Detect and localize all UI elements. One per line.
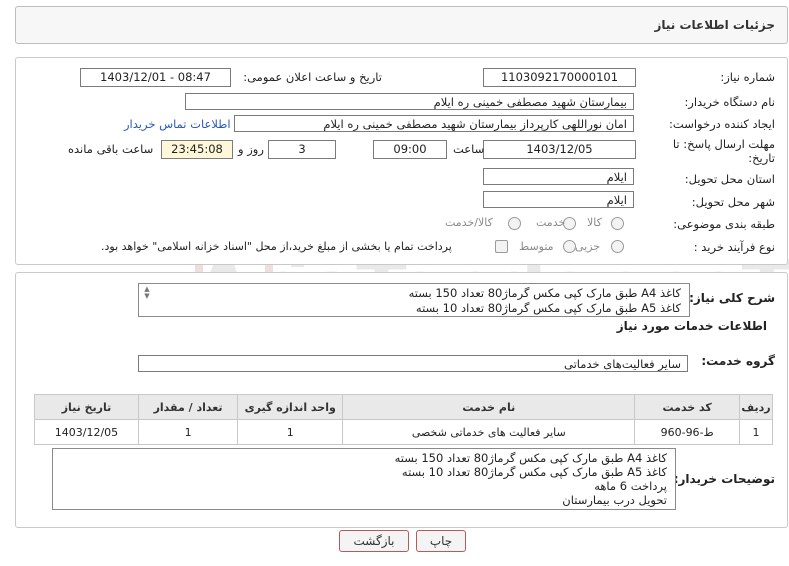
services-table: تاریخ نیاز تعداد / مقدار واحد اندازه گیر… (34, 394, 774, 445)
requester-label: ایجاد کننده درخواست: (669, 117, 775, 131)
notes-line-4: تحویل درب بیمارستان (562, 493, 667, 507)
cell-quantity: 1 (137, 419, 239, 445)
remaining-time-field: 23:45:08 (161, 140, 233, 159)
cell-service-name: سایر فعالیت های خدماتی شخصی (342, 419, 636, 445)
category-goods-radio[interactable] (611, 217, 624, 230)
remaining-days-field: 3 (268, 140, 336, 159)
back-button[interactable]: بازگشت (339, 530, 409, 552)
col-service-name: نام خدمت (342, 394, 636, 420)
province-label: استان محل تحویل: (684, 172, 775, 186)
notes-line-2: کاغذ A5 طبق مارک کپی مکس گرماژ80 تعداد 1… (401, 465, 667, 479)
col-row-number: ردیف (738, 394, 774, 420)
deadline-date-field: 1403/12/05 (483, 140, 636, 159)
buyer-contact-link[interactable]: اطلاعات تماس خریدار (124, 117, 231, 131)
services-section-title: اطلاعات خدمات مورد نیاز (616, 319, 767, 333)
need-number-label: شماره نیاز: (720, 70, 775, 84)
cell-need-date: 1403/12/05 (34, 419, 139, 445)
category-goods-service-label: کالا/خدمت (445, 216, 493, 229)
remaining-days-label: روز و (238, 142, 264, 156)
category-goods-service-radio[interactable] (508, 217, 521, 230)
print-button[interactable]: چاپ (416, 530, 466, 552)
buyer-org-field: بیمارستان شهید مصطفی خمینی ره ایلام (185, 93, 634, 110)
col-unit: واحد اندازه گیری (237, 394, 344, 420)
cell-unit: 1 (237, 419, 344, 445)
summary-line-1: کاغذ A4 طبق مارک کپی مکس گرماژ80 تعداد 1… (408, 286, 681, 300)
deadline-label-line1: مهلت ارسال پاسخ: تا (672, 137, 775, 151)
deadline-time-field: 09:00 (373, 140, 447, 159)
col-quantity: تعداد / مقدار (137, 394, 239, 420)
category-goods-label: کالا (587, 216, 602, 229)
announce-date-field: 1403/12/01 - 08:47 (80, 68, 231, 87)
need-info-panel (15, 57, 788, 265)
city-label: شهر محل تحویل: (691, 195, 775, 209)
need-number-field: 1103092170000101 (483, 68, 636, 87)
treasury-payment-checkbox[interactable] (495, 240, 508, 253)
service-group-label: گروه خدمت: (701, 354, 775, 368)
deadline-label-line2: تاریخ: (748, 151, 775, 165)
table-row: 1403/12/05 1 1 سایر فعالیت های خدماتی شخ… (34, 419, 774, 445)
purchase-minor-label: جزیی (575, 240, 601, 253)
requester-field: امان نوراللهی کارپرداز بیمارستان شهید مص… (234, 115, 634, 132)
remaining-time-label: ساعت باقی مانده (68, 142, 154, 156)
buyer-notes-label: توضیحات خریدار: (673, 472, 775, 486)
buyer-org-label: نام دستگاه خریدار: (684, 95, 775, 109)
table-header-row: تاریخ نیاز تعداد / مقدار واحد اندازه گیر… (34, 394, 774, 420)
province-field: ایلام (483, 168, 634, 185)
scroll-down-icon[interactable]: ▼ (142, 292, 152, 300)
buyer-notes-textarea[interactable]: کاغذ A4 طبق مارک کپی مکس گرماژ80 تعداد 1… (52, 448, 676, 510)
summary-textarea[interactable]: کاغذ A4 طبق مارک کپی مکس گرماژ80 تعداد 1… (138, 283, 690, 317)
purchase-medium-radio[interactable] (563, 240, 576, 253)
category-label: طبقه بندی موضوعی: (673, 217, 775, 231)
col-need-date: تاریخ نیاز (34, 394, 139, 420)
category-service-label: خدمت (536, 216, 566, 229)
service-group-field: سایر فعالیت‌های خدماتی (138, 355, 688, 372)
deadline-time-label: ساعت (453, 142, 485, 156)
cell-service-code: ط-96-960 (634, 419, 740, 445)
summary-line-2: کاغذ A5 طبق مارک کپی مکس گرماژ80 تعداد 1… (415, 301, 681, 315)
city-field: ایلام (483, 191, 634, 208)
announce-date-label: تاریخ و ساعت اعلان عمومی: (243, 70, 382, 84)
treasury-payment-note: پرداخت تمام یا بخشی از مبلغ خرید،از محل … (101, 240, 452, 253)
page-title: جزئیات اطلاعات نیاز (654, 18, 775, 32)
cell-row-number: 1 (738, 419, 774, 445)
notes-line-3: پرداخت 6 ماهه (594, 479, 667, 493)
purchase-type-label: نوع فرآیند خرید : (693, 240, 775, 254)
notes-line-1: کاغذ A4 طبق مارک کپی مکس گرماژ80 تعداد 1… (394, 451, 667, 465)
col-service-code: کد خدمت (634, 394, 740, 420)
summary-label: شرح کلی نیاز: (689, 291, 775, 305)
purchase-minor-radio[interactable] (611, 240, 624, 253)
purchase-medium-label: متوسط (519, 240, 554, 253)
page-header: جزئیات اطلاعات نیاز (15, 6, 788, 44)
